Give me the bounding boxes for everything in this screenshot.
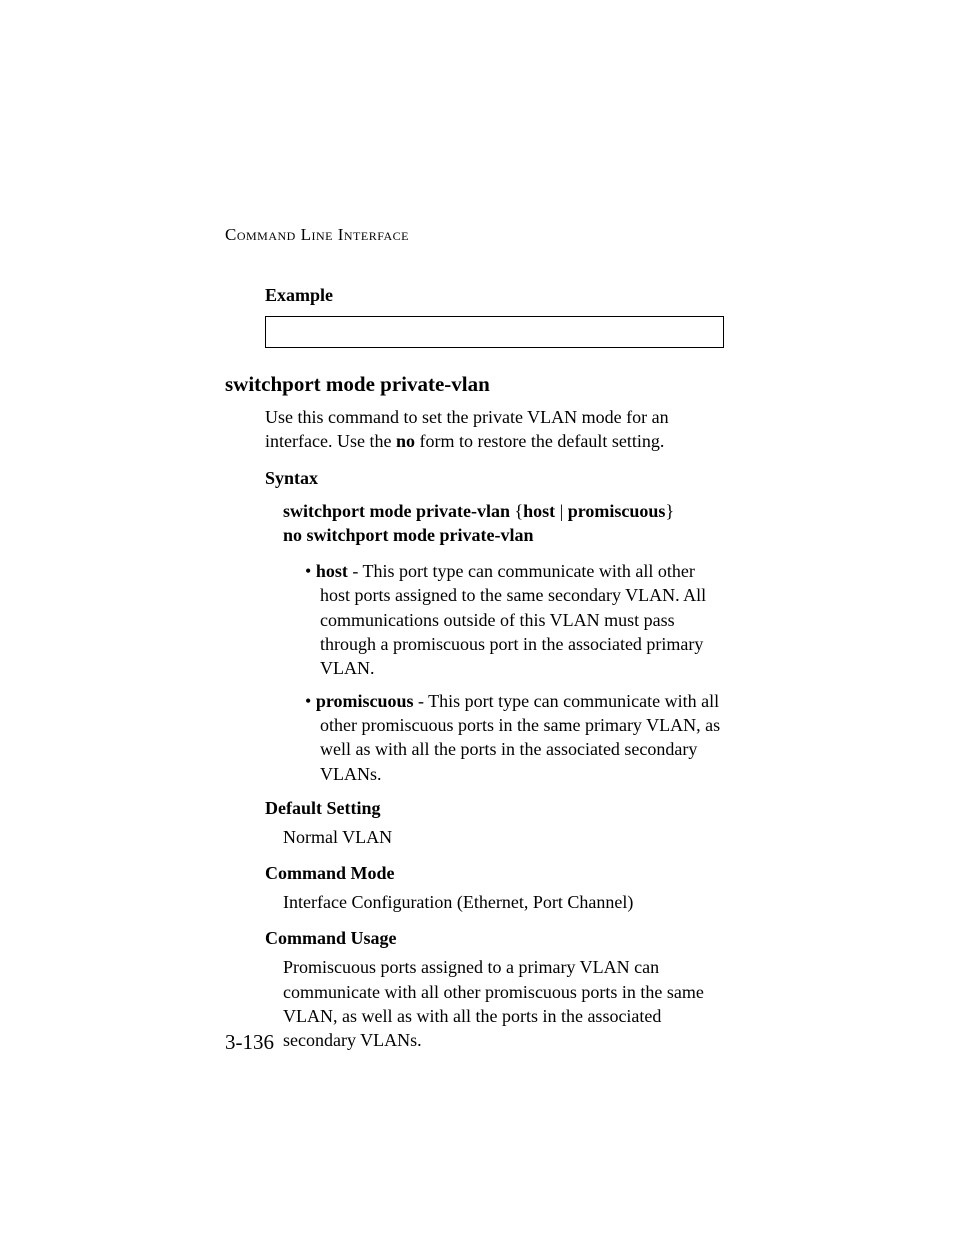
mode-value: Interface Configuration (Ethernet, Port … bbox=[283, 890, 724, 914]
syntax-line-1: switchport mode private-vlan {host | pro… bbox=[283, 499, 724, 523]
option-term-promiscuous: promiscuous bbox=[316, 691, 414, 711]
option-desc-host: - This port type can communicate with al… bbox=[320, 561, 706, 678]
page-number: 3-136 bbox=[225, 1030, 274, 1055]
syntax-brace-open: { bbox=[510, 501, 523, 521]
mode-heading: Command Mode bbox=[265, 863, 724, 884]
syntax-opt-promiscuous: promiscuous bbox=[568, 501, 666, 521]
intro-paragraph: Use this command to set the private VLAN… bbox=[265, 405, 724, 454]
page: Command Line Interface Example switchpor… bbox=[0, 0, 954, 1053]
syntax-opt-host: host bbox=[523, 501, 555, 521]
list-item: host - This port type can communicate wi… bbox=[305, 559, 724, 680]
section-title: switchport mode private-vlan bbox=[225, 372, 724, 397]
syntax-brace-close: } bbox=[665, 501, 674, 521]
intro-text-2: form to restore the default setting. bbox=[415, 431, 664, 451]
example-code-box bbox=[265, 316, 724, 348]
running-header: Command Line Interface bbox=[225, 225, 724, 245]
syntax-block: switchport mode private-vlan {host | pro… bbox=[283, 499, 724, 548]
syntax-line-2: no switchport mode private-vlan bbox=[283, 523, 724, 547]
default-value: Normal VLAN bbox=[283, 825, 724, 849]
options-list: host - This port type can communicate wi… bbox=[305, 559, 724, 786]
list-item: promiscuous - This port type can communi… bbox=[305, 689, 724, 786]
example-block: Example bbox=[265, 285, 724, 348]
option-term-host: host bbox=[316, 561, 348, 581]
usage-text: Promiscuous ports assigned to a primary … bbox=[283, 955, 724, 1052]
intro-bold-no: no bbox=[396, 431, 415, 451]
syntax-heading: Syntax bbox=[265, 468, 724, 489]
syntax-cmd: switchport mode private-vlan bbox=[283, 501, 510, 521]
section-body: Use this command to set the private VLAN… bbox=[265, 405, 724, 1053]
example-heading: Example bbox=[265, 285, 724, 306]
syntax-pipe: | bbox=[555, 501, 568, 521]
usage-heading: Command Usage bbox=[265, 928, 724, 949]
default-heading: Default Setting bbox=[265, 798, 724, 819]
